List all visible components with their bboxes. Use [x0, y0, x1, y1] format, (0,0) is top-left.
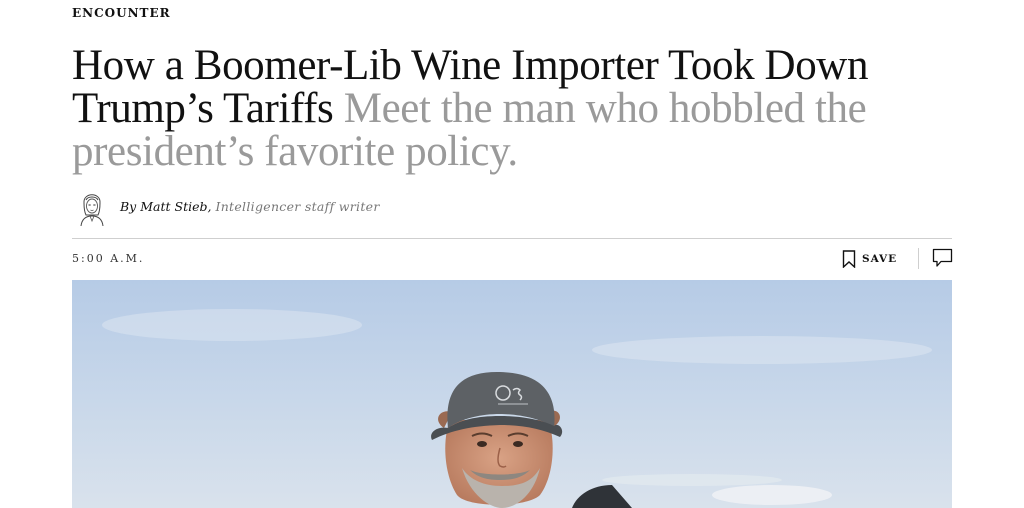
author-avatar	[72, 186, 112, 226]
hero-image	[72, 280, 952, 508]
comment-button[interactable]	[932, 248, 953, 272]
header-divider	[72, 238, 952, 239]
comment-icon	[932, 248, 953, 267]
byline-text: By Matt Stieb, Intelligencer staff write…	[120, 199, 380, 214]
author-role: Intelligencer staff writer	[215, 198, 380, 214]
publish-timestamp: 5:00 A.M.	[72, 252, 145, 265]
byline-prefix: By	[120, 198, 137, 214]
section-kicker-link[interactable]: ENCOUNTER	[72, 6, 171, 20]
action-divider	[918, 248, 919, 269]
article-headline: How a Boomer-Lib Wine Importer Took Down…	[72, 44, 952, 173]
author-name-link[interactable]: Matt Stieb,	[140, 199, 211, 214]
save-label: SAVE	[862, 253, 898, 265]
hero-photo-illustration	[72, 280, 952, 508]
byline: By Matt Stieb, Intelligencer staff write…	[72, 186, 380, 226]
bookmark-icon	[842, 250, 856, 268]
save-button[interactable]: SAVE	[842, 248, 897, 270]
